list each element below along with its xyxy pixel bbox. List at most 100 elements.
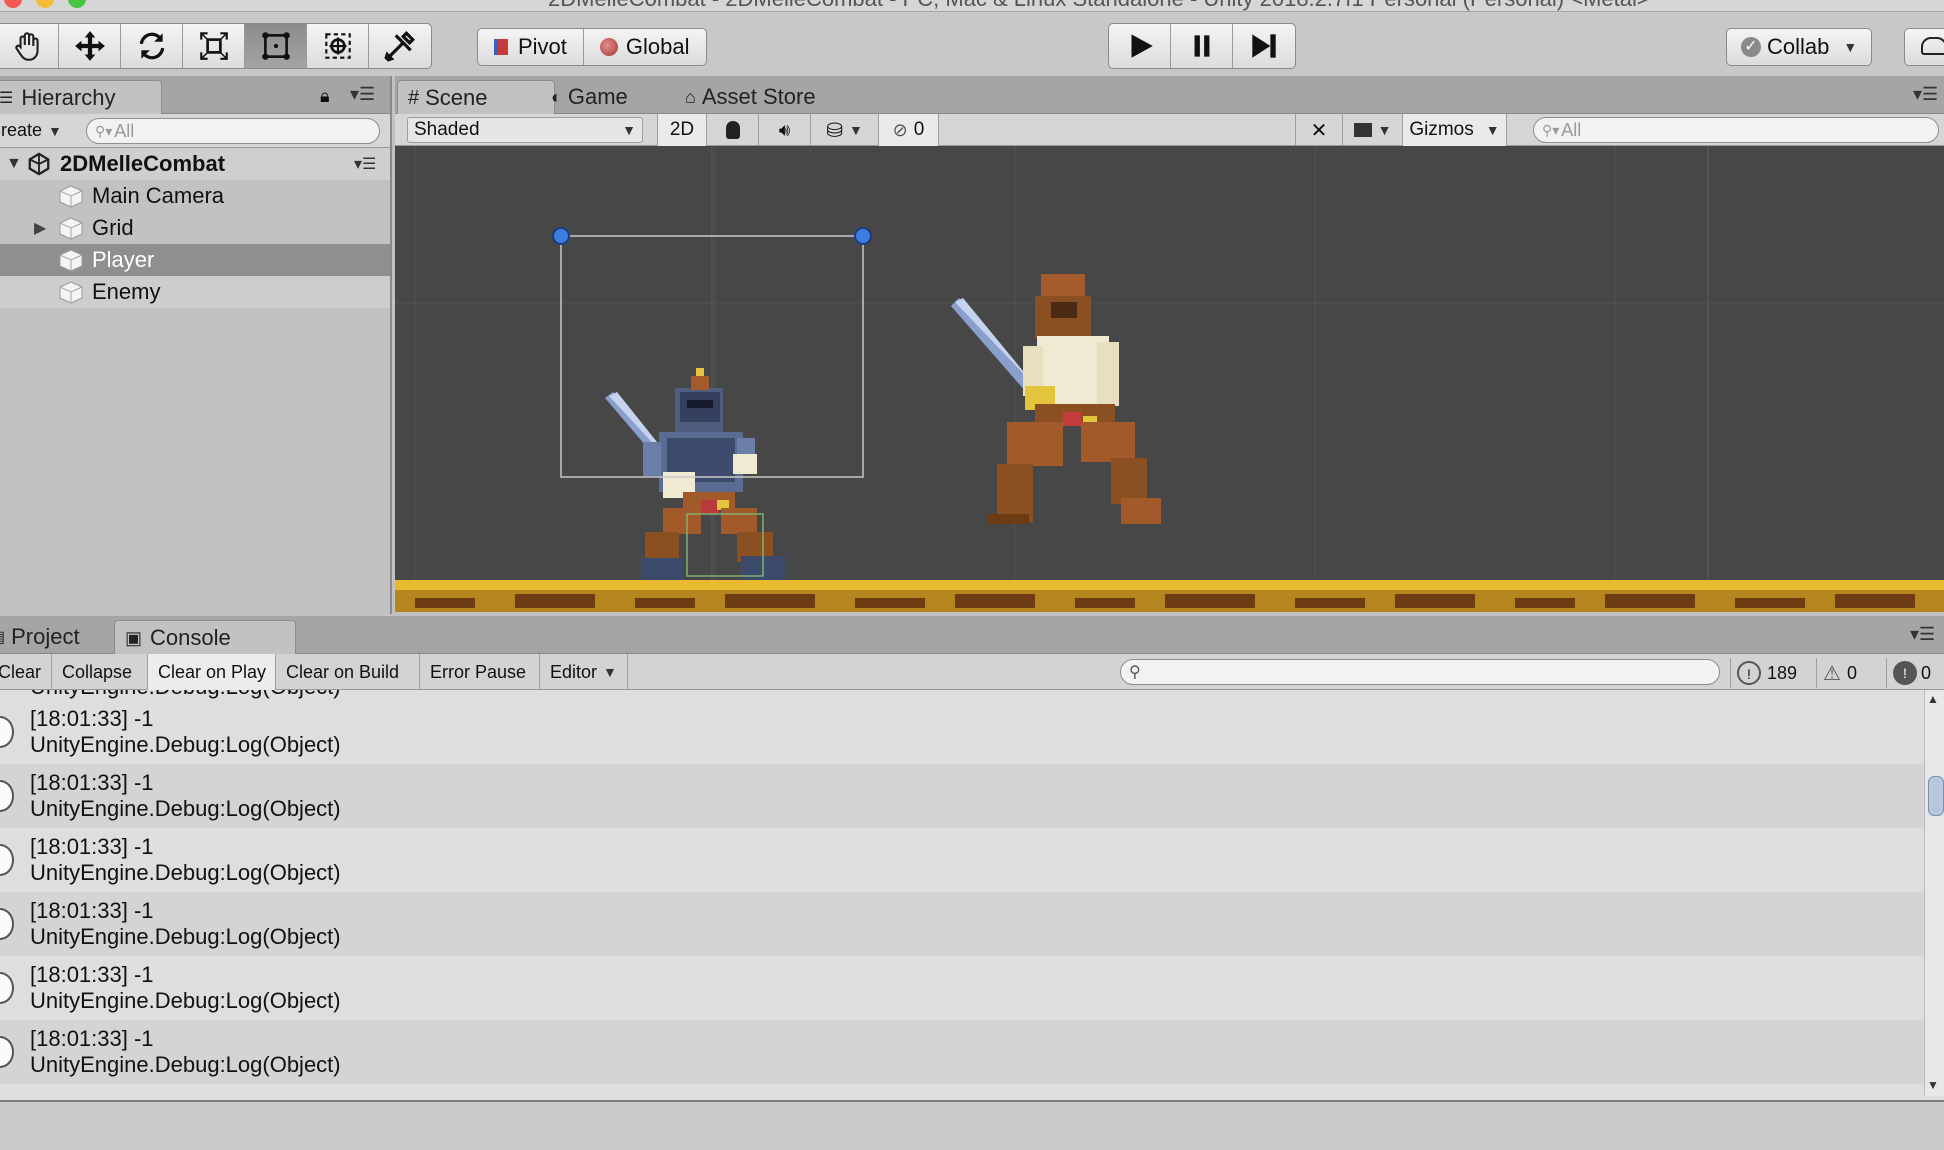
scene-canvas [395,146,1944,612]
list-item[interactable]: [18:01:33] -1 UnityEngine.Debug:Log(Obje… [0,1020,1924,1084]
status-bar [0,1100,1944,1150]
cloud-button[interactable] [1904,28,1944,66]
pause-button[interactable] [1171,24,1233,68]
hand-tool-button[interactable] [0,24,59,68]
console-scrollbar[interactable]: ▲ ▼ [1924,690,1944,1096]
collapse-button[interactable]: Collapse [52,654,148,690]
expand-arrow-icon[interactable]: ▼ [6,155,26,173]
gameobject-icon [59,185,83,208]
rect-handle-icon[interactable] [854,227,872,245]
pause-icon [1194,35,1209,57]
clear-on-build-toggle[interactable]: Clear on Build [276,654,420,690]
info-bubble-icon [0,908,14,940]
panel-menu-icon[interactable]: ▾☰ [350,84,375,105]
error-icon: ! [1893,661,1917,685]
search-icon: ⚲ [1129,664,1141,681]
clear-button[interactable]: Clear [0,654,52,690]
scale-tool-button[interactable] [183,24,245,68]
scene-viewport[interactable] [395,146,1944,612]
tab-project[interactable]: ▤ Project [0,620,90,654]
pacman-icon: ◐ [551,86,562,107]
chevron-down-icon: ▼ [1485,122,1500,138]
transform-tools [0,23,432,69]
rect-tool-icon [261,32,290,60]
expand-arrow-icon[interactable]: ▶ [34,218,58,238]
close-window-icon[interactable] [4,0,22,8]
rect-tool-button[interactable] [245,24,307,68]
pivot-icon [494,39,508,55]
tab-game[interactable]: ◐ Game [541,80,638,114]
effects-icon: ⛁ [826,119,843,142]
zoom-window-icon[interactable] [68,0,86,8]
hidden-objects-toggle[interactable]: ⊘ 0 [879,114,939,146]
collab-dropdown[interactable]: ✓ Collab ▼ [1726,28,1873,66]
error-count-toggle[interactable]: ! 0 [1886,658,1944,688]
scene-search-input[interactable]: ⚲▾ All [1533,117,1939,143]
console-tabbar: ▤ Project ▣ Console ▾☰ [0,616,1944,655]
hierarchy-item-player[interactable]: Player [0,244,390,276]
hierarchy-item-enemy[interactable]: Enemy [0,276,390,308]
rect-handle-icon[interactable] [552,227,570,245]
move-tool-button[interactable] [59,24,121,68]
list-item[interactable]: [18:01:33] -1 UnityEngine.Debug:Log(Obje… [0,892,1924,956]
editor-dropdown[interactable]: Editor ▼ [540,654,628,690]
global-button[interactable]: Global [584,29,706,65]
scene-root-row[interactable]: ▼ 2DMelleCombat ▾☰ [0,148,390,180]
pivot-button[interactable]: Pivot [478,29,584,65]
shading-mode-dropdown[interactable]: Shaded ▼ [407,117,643,143]
step-button[interactable] [1233,24,1295,68]
info-bubble-icon: ! [1737,661,1761,685]
clear-on-play-toggle[interactable]: Clear on Play [148,654,276,690]
scene-subbar: Shaded ▼ 2D 🔊︎ ⛁ ▼ ⊘ 0 ✕ ▼ Gizmos ▼ ⚲▾ A… [395,114,1944,146]
panel-menu-icon[interactable]: ▾☰ [1913,84,1938,105]
rotate-tool-icon [139,32,164,60]
create-dropdown[interactable]: Create▼ [0,120,62,141]
store-icon: ⌂ [685,86,696,107]
camera-dropdown[interactable]: ▼ [1343,114,1403,146]
scene-menu-icon[interactable]: ▾☰ [354,154,376,174]
list-item[interactable]: [18:01:33] -1 UnityEngine.Debug:Log(Obje… [0,700,1924,764]
step-icon [1252,34,1276,58]
transform-tool-icon [324,33,351,59]
list-item[interactable]: [18:01:33] -1 UnityEngine.Debug:Log(Obje… [0,764,1924,828]
lock-icon[interactable]: 🔒︎ [320,86,330,107]
hierarchy-item-main-camera[interactable]: Main Camera [0,180,390,212]
custom-tool-button[interactable] [369,24,431,68]
audio-toggle[interactable]: 🔊︎ [759,114,811,146]
camera-icon [1353,123,1372,137]
play-button[interactable] [1109,24,1171,68]
panel-menu-icon[interactable]: ▾☰ [1910,624,1935,645]
scroll-down-icon[interactable]: ▼ [1927,1078,1939,1092]
info-count-toggle[interactable]: ! 189 [1730,658,1816,688]
2d-mode-toggle[interactable]: 2D [657,114,707,146]
console-log-list: UnityEngine.Debug:Log(Object) [18:01:33]… [0,690,1924,1100]
enemy-sprite[interactable] [951,274,1161,524]
scroll-thumb[interactable] [1928,776,1944,816]
tools-toggle[interactable]: ✕ [1295,114,1343,146]
rotate-tool-button[interactable] [121,24,183,68]
hand-tool-icon [14,32,39,61]
tab-console[interactable]: ▣ Console [114,620,296,655]
tab-hierarchy[interactable]: ☰ Hierarchy [0,80,162,115]
list-item[interactable]: UnityEngine.Debug:Log(Object) [0,690,1924,700]
custom-tool-icon [384,30,416,62]
hierarchy-search-input[interactable]: ⚲▾ All [86,118,380,144]
play-icon [1131,34,1153,58]
folder-icon: ▤ [0,627,5,647]
info-bubble-icon [0,1036,14,1068]
tab-scene[interactable]: # Scene [397,80,555,115]
error-pause-toggle[interactable]: Error Pause [420,654,540,690]
transform-tool-button[interactable] [307,24,369,68]
list-item[interactable]: [18:01:33] -1 UnityEngine.Debug:Log(Obje… [0,956,1924,1020]
effects-dropdown[interactable]: ⛁ ▼ [811,114,879,146]
warning-count-toggle[interactable]: ⚠ 0 [1816,658,1886,688]
minimize-window-icon[interactable] [36,0,54,8]
list-item[interactable]: [18:01:33] -1 UnityEngine.Debug:Log(Obje… [0,828,1924,892]
gizmos-dropdown[interactable]: Gizmos ▼ [1403,114,1507,146]
chevron-down-icon: ▼ [1843,39,1858,55]
hierarchy-item-grid[interactable]: ▶ Grid [0,212,390,244]
scroll-up-icon[interactable]: ▲ [1927,692,1939,706]
tab-asset-store[interactable]: ⌂ Asset Store [675,80,826,114]
lighting-toggle[interactable] [707,114,759,146]
console-search-input[interactable]: ⚲ [1120,659,1720,685]
